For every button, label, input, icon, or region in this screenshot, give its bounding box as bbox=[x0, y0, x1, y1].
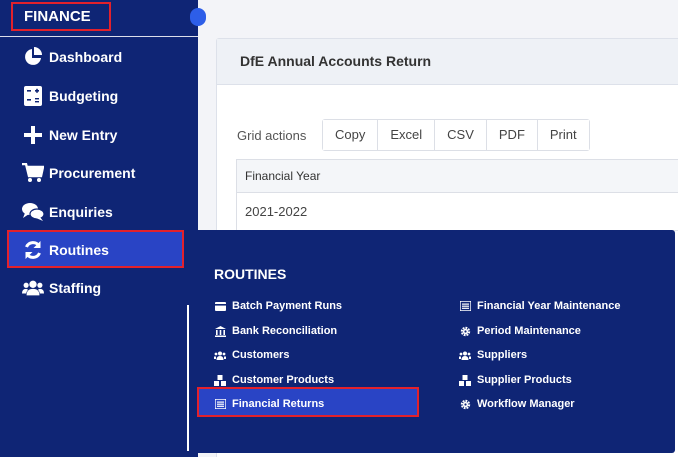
sidebar-item-label: Staffing bbox=[49, 280, 102, 296]
menu-item-supplier-products[interactable]: Supplier Products bbox=[459, 370, 572, 390]
menu-item-period-maintenance[interactable]: Period Maintenance bbox=[459, 321, 581, 341]
menu-item-bank-reconciliation[interactable]: Bank Reconciliation bbox=[214, 321, 337, 341]
sidebar-item-new-entry[interactable]: New Entry bbox=[22, 123, 117, 147]
calculator-icon bbox=[22, 86, 44, 106]
sidebar-item-routines[interactable]: Routines bbox=[22, 238, 109, 262]
gear-icon bbox=[459, 325, 471, 337]
sidebar-item-label: Procurement bbox=[49, 165, 136, 181]
menu-item-financial-year-maintenance[interactable]: Financial Year Maintenance bbox=[459, 296, 620, 316]
sidebar-item-label: Budgeting bbox=[49, 88, 119, 104]
page-title: DfE Annual Accounts Return bbox=[240, 53, 432, 69]
refresh-icon bbox=[22, 240, 44, 260]
module-title[interactable]: FINANCE bbox=[11, 2, 111, 31]
menu-item-customer-products[interactable]: Customer Products bbox=[214, 370, 334, 390]
sidebar-collapse-toggle[interactable] bbox=[190, 8, 206, 26]
sidebar-item-enquiries[interactable]: Enquiries bbox=[22, 200, 113, 224]
grid-actions-label: Grid actions bbox=[237, 128, 307, 143]
chat-icon bbox=[22, 202, 44, 222]
print-button[interactable]: Print bbox=[537, 120, 589, 150]
menu-item-batch-payment-runs[interactable]: Batch Payment Runs bbox=[214, 296, 342, 316]
excel-button[interactable]: Excel bbox=[378, 120, 436, 150]
plus-icon bbox=[22, 125, 44, 145]
sidebar: FINANCE Dashboard Budgeting New Entry Pr… bbox=[0, 0, 198, 457]
sidebar-item-label: Dashboard bbox=[49, 49, 123, 65]
menu-item-suppliers[interactable]: Suppliers bbox=[459, 345, 527, 365]
grid-actions-group: Copy Excel CSV PDF Print bbox=[322, 119, 590, 151]
sidebar-item-dashboard[interactable]: Dashboard bbox=[22, 45, 122, 69]
list-icon bbox=[214, 398, 226, 410]
sidebar-item-procurement[interactable]: Procurement bbox=[22, 161, 135, 185]
copy-button[interactable]: Copy bbox=[323, 120, 379, 150]
card-icon bbox=[214, 300, 226, 312]
pie-chart-icon bbox=[22, 47, 44, 67]
gear-icon bbox=[459, 398, 471, 410]
sidebar-item-staffing[interactable]: Staffing bbox=[22, 276, 101, 300]
users-icon bbox=[22, 278, 44, 298]
menu-item-customers[interactable]: Customers bbox=[214, 345, 289, 365]
sidebar-item-label: Routines bbox=[49, 242, 109, 258]
routines-flyout-menu: ROUTINES Batch Payment Runs Bank Reconci… bbox=[187, 230, 675, 453]
bank-icon bbox=[214, 325, 226, 337]
table-row[interactable]: 2021-2022 bbox=[236, 193, 678, 231]
menu-item-financial-returns[interactable]: Financial Returns bbox=[214, 394, 324, 414]
sidebar-item-label: New Entry bbox=[49, 127, 118, 143]
sidebar-divider bbox=[0, 36, 198, 37]
csv-button[interactable]: CSV bbox=[435, 120, 487, 150]
users-icon bbox=[214, 349, 226, 361]
pdf-button[interactable]: PDF bbox=[486, 120, 538, 150]
sidebar-item-label: Enquiries bbox=[49, 204, 113, 220]
menu-item-workflow-manager[interactable]: Workflow Manager bbox=[459, 394, 575, 414]
users-icon bbox=[459, 349, 471, 361]
cubes-icon bbox=[459, 374, 471, 386]
data-table: Financial Year 2021-2022 bbox=[236, 159, 678, 231]
cubes-icon bbox=[214, 374, 226, 386]
column-header-financial-year[interactable]: Financial Year bbox=[236, 159, 678, 193]
flyout-title: ROUTINES bbox=[214, 266, 287, 282]
list-icon bbox=[459, 300, 471, 312]
cart-icon bbox=[22, 163, 44, 183]
sidebar-item-budgeting[interactable]: Budgeting bbox=[22, 84, 118, 108]
flyout-edge-line bbox=[187, 305, 189, 451]
card-header: DfE Annual Accounts Return bbox=[217, 39, 678, 85]
